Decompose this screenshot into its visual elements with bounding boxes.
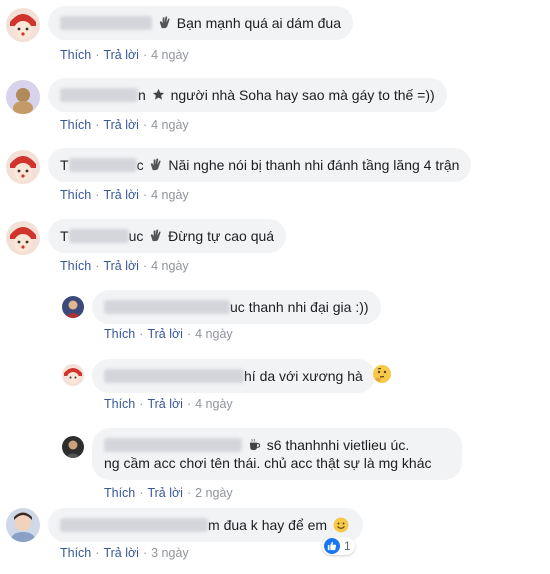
comment-bubble: uc thanh nhi đại gia :)) xyxy=(92,290,381,324)
reply-link[interactable]: Trả lời xyxy=(103,118,139,132)
avatar[interactable] xyxy=(6,150,40,184)
author-name-redacted[interactable] xyxy=(68,158,137,172)
author-name-redacted[interactable] xyxy=(104,369,244,383)
comment-text: đua k hay để em xyxy=(223,517,328,533)
like-link[interactable]: Thích xyxy=(60,188,91,202)
like-link[interactable]: Thích xyxy=(104,397,135,411)
hand-wave-icon xyxy=(151,158,162,171)
comment-bubble: Tc Năi nghe nói bị thanh nhi đánh tầng l… xyxy=(48,148,472,182)
timestamp[interactable]: 2 ngày xyxy=(195,486,233,500)
reaction-badge[interactable]: 1 xyxy=(322,537,355,555)
comment-actions: Thích · Trả lời · 4 ngày xyxy=(60,118,189,132)
comment-bubble: n người nhà Soha hay sao mà gáy to thế =… xyxy=(48,78,447,112)
comment-bubble: s6 thanhnhi vietlieu úc. ng cầm acc chơi… xyxy=(92,428,462,480)
hand-wave-icon xyxy=(151,229,161,242)
author-name-redacted[interactable] xyxy=(60,16,152,30)
author-name-redacted[interactable] xyxy=(60,88,138,102)
avatar[interactable] xyxy=(62,296,84,318)
timestamp[interactable]: 4 ngày xyxy=(195,327,233,341)
reply-link[interactable]: Trả lời xyxy=(103,259,139,273)
hand-wave-icon xyxy=(159,16,170,29)
comment-text: Năi nghe nói bị thanh nhi đánh tầng lăng… xyxy=(168,157,460,173)
avatar[interactable] xyxy=(62,436,84,458)
comment-actions: Thích · Trả lời · 4 ngày xyxy=(104,397,233,411)
avatar[interactable] xyxy=(62,364,84,386)
comment-text: Đừng tự cao quá xyxy=(168,228,275,244)
comment-text: người nhà Soha hay sao mà gáy to thế =)) xyxy=(170,87,435,103)
star-icon xyxy=(152,88,164,100)
avatar[interactable] xyxy=(6,8,40,42)
comment-actions: Thích · Trả lời · 3 ngày xyxy=(60,546,189,560)
avatar[interactable] xyxy=(6,508,40,542)
reply-link[interactable]: Trả lời xyxy=(147,327,183,341)
author-name-redacted[interactable] xyxy=(60,518,208,532)
comment-actions: Thích · Trả lời · 4 ngày xyxy=(60,48,189,62)
timestamp[interactable]: 4 ngày xyxy=(195,397,233,411)
comment-bubble: hí da với xương hà xyxy=(92,359,375,393)
comment-actions: Thích · Trả lời · 4 ngày xyxy=(104,327,233,341)
comment-bubble: m đua k hay để em xyxy=(48,508,363,542)
comment-bubble: Tuc Đừng tự cao quá xyxy=(48,219,287,253)
timestamp[interactable]: 4 ngày xyxy=(151,48,189,62)
comment-actions: Thích · Trả lời · 4 ngày xyxy=(60,259,189,273)
thinking-face-icon xyxy=(373,365,391,383)
comment-actions: Thích · Trả lời · 2 ngày xyxy=(104,486,233,500)
like-link[interactable]: Thích xyxy=(60,259,91,273)
reply-link[interactable]: Trả lời xyxy=(103,546,139,560)
comment-text: da với xương hà xyxy=(259,368,363,384)
timestamp[interactable]: 4 ngày xyxy=(151,118,189,132)
like-link[interactable]: Thích xyxy=(60,118,91,132)
coffee-icon xyxy=(249,438,261,451)
comment-text: thanh nhi đại gia :)) xyxy=(248,299,369,315)
like-link[interactable]: Thích xyxy=(104,486,135,500)
author-name-redacted[interactable] xyxy=(104,300,230,314)
like-link[interactable]: Thích xyxy=(60,546,91,560)
smiley-face-icon xyxy=(333,517,349,533)
reply-link[interactable]: Trả lời xyxy=(103,48,139,62)
reply-link[interactable]: Trả lời xyxy=(147,397,183,411)
like-link[interactable]: Thích xyxy=(104,327,135,341)
avatar[interactable] xyxy=(6,221,40,255)
timestamp[interactable]: 3 ngày xyxy=(151,546,189,560)
comment-text: Bạn mạnh quá ai dám đua xyxy=(176,15,342,31)
reaction-count: 1 xyxy=(344,539,351,553)
comment-text-line-2: ng cầm acc chơi tên thái. chủ acc thật s… xyxy=(104,455,432,471)
reply-link[interactable]: Trả lời xyxy=(147,486,183,500)
author-name-redacted[interactable] xyxy=(104,438,242,452)
like-icon xyxy=(324,538,340,554)
timestamp[interactable]: 4 ngày xyxy=(151,259,189,273)
comment-bubble: Bạn mạnh quá ai dám đua xyxy=(48,6,354,40)
reply-link[interactable]: Trả lời xyxy=(103,188,139,202)
author-name-redacted[interactable] xyxy=(68,229,129,243)
avatar[interactable] xyxy=(6,80,40,114)
comment-text-line-1: s6 thanhnhi vietlieu úc. xyxy=(266,437,410,453)
timestamp[interactable]: 4 ngày xyxy=(151,188,189,202)
like-link[interactable]: Thích xyxy=(60,48,91,62)
comment-actions: Thích · Trả lời · 4 ngày xyxy=(60,188,189,202)
